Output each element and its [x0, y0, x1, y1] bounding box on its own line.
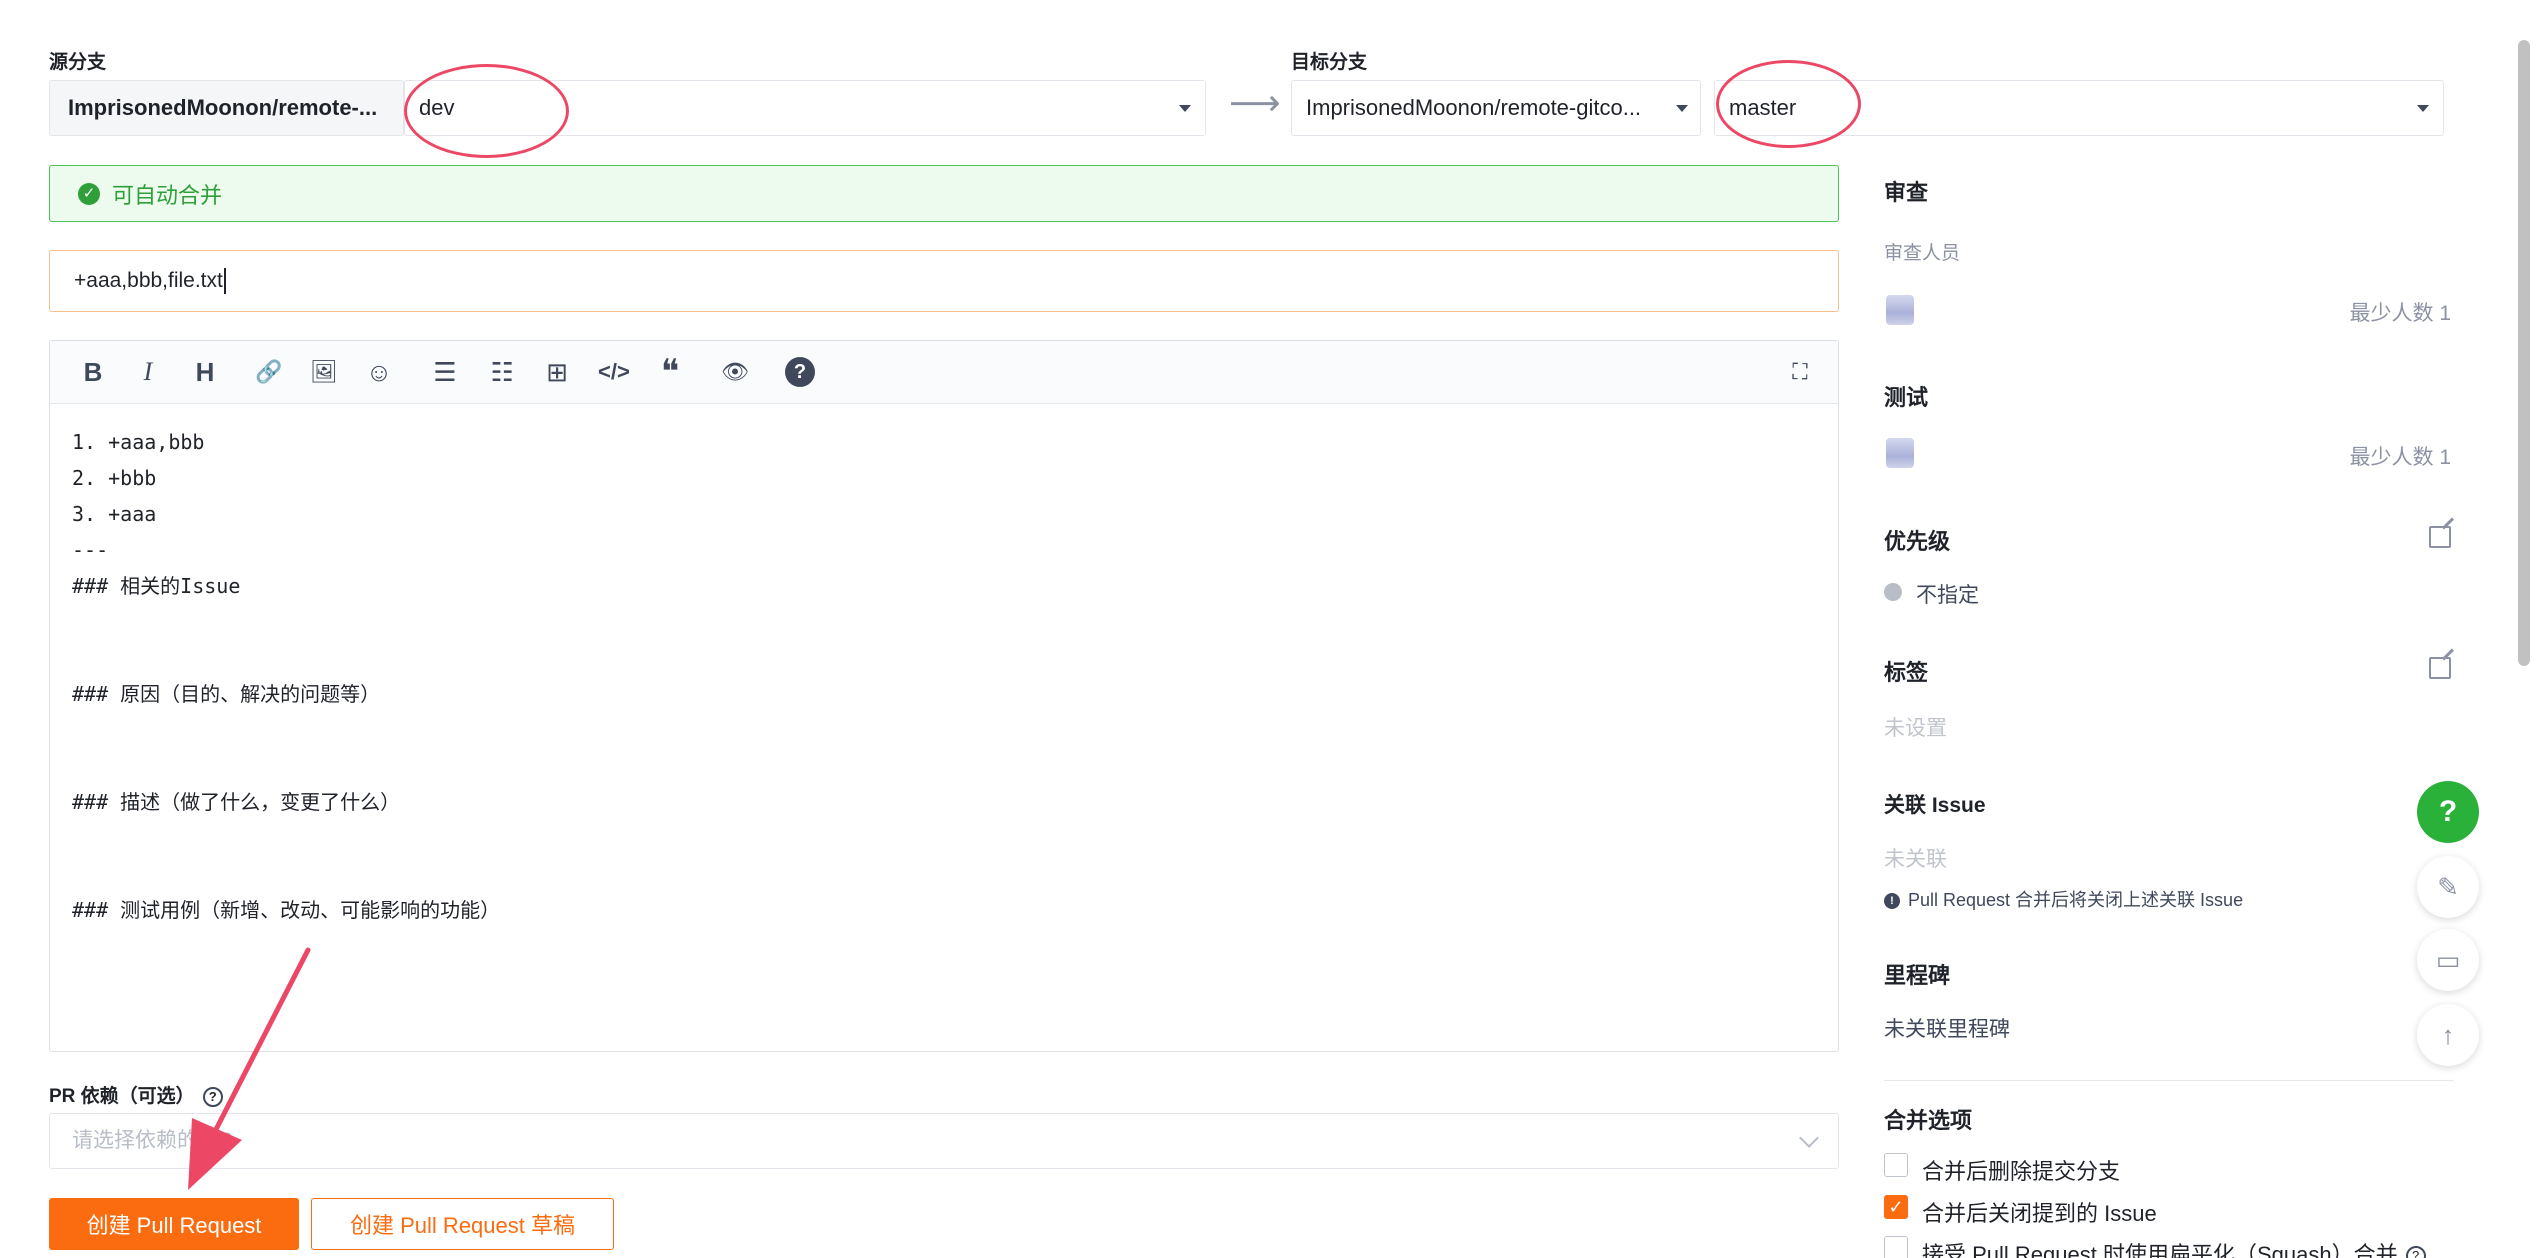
create-pr-button[interactable]: 创建 Pull Request: [49, 1198, 299, 1250]
source-repo-select[interactable]: ImprisonedMoonon/remote-...: [49, 80, 404, 136]
editor-line: ### 相关的Issue: [72, 574, 241, 598]
ordered-list-icon[interactable]: ☷: [487, 357, 517, 387]
pr-title-value: +aaa,bbb,file.txt: [74, 269, 223, 292]
editor-line: 1. +aaa,bbb: [72, 430, 205, 454]
image-icon[interactable]: 🖼: [309, 357, 339, 387]
editor-line: ### 描述（做了什么，变更了什么）: [72, 790, 401, 814]
editor-content[interactable]: 1. +aaa,bbb 2. +bbb 3. +aaa --- ### 相关的I…: [50, 404, 1838, 948]
squash-label: 接受 Pull Request 时使用扁平化（Squash）合并?: [1922, 1237, 2426, 1258]
caret-down-icon: [1179, 105, 1191, 112]
delete-branch-label: 合并后删除提交分支: [1922, 1159, 2121, 1184]
back-to-top-button[interactable]: ↑: [2417, 1004, 2479, 1066]
help-icon[interactable]: ?: [785, 357, 815, 387]
check-circle-icon: ✓: [78, 182, 100, 205]
priority-dot: [1884, 583, 1902, 601]
fullscreen-icon[interactable]: ⛶: [1785, 357, 1815, 387]
linked-issue-note: ! Pull Request 合并后将关闭上述关联 Issue: [1884, 886, 2243, 912]
caret-down-icon: [1676, 105, 1688, 112]
table-icon[interactable]: ⊞: [542, 357, 572, 387]
scrollbar[interactable]: [2518, 40, 2530, 666]
editor-line: 3. +aaa: [72, 502, 157, 526]
text-cursor: [223, 268, 226, 295]
target-repo-value: ImprisonedMoonon/remote-gitco...: [1306, 95, 1642, 120]
milestone-value: 未关联里程碑: [1884, 1018, 2010, 1041]
heading-icon[interactable]: H: [190, 357, 220, 387]
milestone-title: 里程碑: [1884, 963, 1951, 988]
editor-toolbar: B I H 🔗 🖼 ☺ ☰ ☷ ⊞ </> ❝ 👁 ? ⛶: [50, 341, 1838, 404]
edit-icon[interactable]: [2429, 526, 2451, 548]
help-float-button[interactable]: ?: [2417, 781, 2479, 843]
squash-checkbox[interactable]: [1884, 1236, 1908, 1258]
annotation-arrow: [188, 947, 311, 1190]
test-min-count: 最少人数 1: [2349, 446, 2451, 469]
pr-title-input[interactable]: +aaa,bbb,file.txt: [49, 250, 1839, 312]
source-branch-label: 源分支: [49, 52, 107, 73]
italic-icon[interactable]: I: [133, 357, 163, 387]
arrow-right-icon: ⟶: [1229, 82, 1281, 123]
editor-line: 2. +bbb: [72, 466, 157, 490]
editor-line: ### 测试用例（新增、改动、可能影响的功能）: [72, 898, 501, 922]
review-title: 审查: [1884, 180, 1929, 205]
editor-line: ---: [72, 538, 109, 562]
merge-options-title: 合并选项: [1884, 1108, 1973, 1133]
quote-icon[interactable]: ❝: [655, 355, 685, 389]
caret-down-icon: [2417, 105, 2429, 112]
delete-branch-checkbox[interactable]: [1884, 1153, 1908, 1177]
target-repo-select[interactable]: ImprisonedMoonon/remote-gitco...: [1291, 80, 1701, 136]
info-icon: !: [1884, 893, 1900, 910]
linked-issue-value: 未关联: [1884, 848, 1947, 871]
code-icon[interactable]: </>: [598, 357, 630, 387]
emoji-icon[interactable]: ☺: [364, 357, 394, 387]
divider: [1884, 1080, 2454, 1081]
squash-label-text: 接受 Pull Request 时使用扁平化（Squash）合并: [1922, 1242, 2398, 1258]
tags-value: 未设置: [1884, 717, 1947, 740]
bold-icon[interactable]: B: [78, 357, 108, 387]
editor-line: ### 原因（目的、解决的问题等）: [72, 682, 381, 706]
avatar[interactable]: [1886, 295, 1914, 325]
reviewers-label: 审查人员: [1884, 243, 1961, 264]
annotation-circle-source: [404, 64, 569, 158]
close-issue-label: 合并后关闭提到的 Issue: [1922, 1201, 2157, 1226]
bullet-list-icon[interactable]: ☰: [430, 357, 460, 387]
edit-icon[interactable]: [2429, 657, 2451, 679]
create-draft-pr-button[interactable]: 创建 Pull Request 草稿: [311, 1198, 614, 1250]
merge-status-text: 可自动合并: [112, 182, 223, 208]
preview-eye-icon[interactable]: 👁: [720, 357, 750, 387]
tags-title: 标签: [1884, 660, 1929, 685]
avatar[interactable]: [1886, 438, 1914, 468]
link-icon[interactable]: 🔗: [254, 357, 284, 387]
annotation-circle-target: [1716, 60, 1861, 148]
linked-issue-title: 关联 Issue: [1884, 794, 1986, 817]
review-min-count: 最少人数 1: [2349, 302, 2451, 325]
test-title: 测试: [1884, 385, 1929, 410]
merge-status-banner: ✓ 可自动合并: [49, 165, 1839, 222]
priority-title: 优先级: [1884, 529, 1951, 554]
feedback-edit-button[interactable]: ✎: [2417, 856, 2479, 918]
comment-icon[interactable]: ▭: [2417, 929, 2479, 991]
target-branch-label: 目标分支: [1291, 52, 1368, 73]
close-issue-checkbox[interactable]: ✓: [1884, 1195, 1908, 1219]
linked-issue-note-text: Pull Request 合并后将关闭上述关联 Issue: [1908, 890, 2244, 910]
priority-value: 不指定: [1916, 584, 1979, 607]
question-circle-icon[interactable]: ?: [2405, 1246, 2426, 1258]
chevron-down-icon: [1799, 1128, 1819, 1148]
